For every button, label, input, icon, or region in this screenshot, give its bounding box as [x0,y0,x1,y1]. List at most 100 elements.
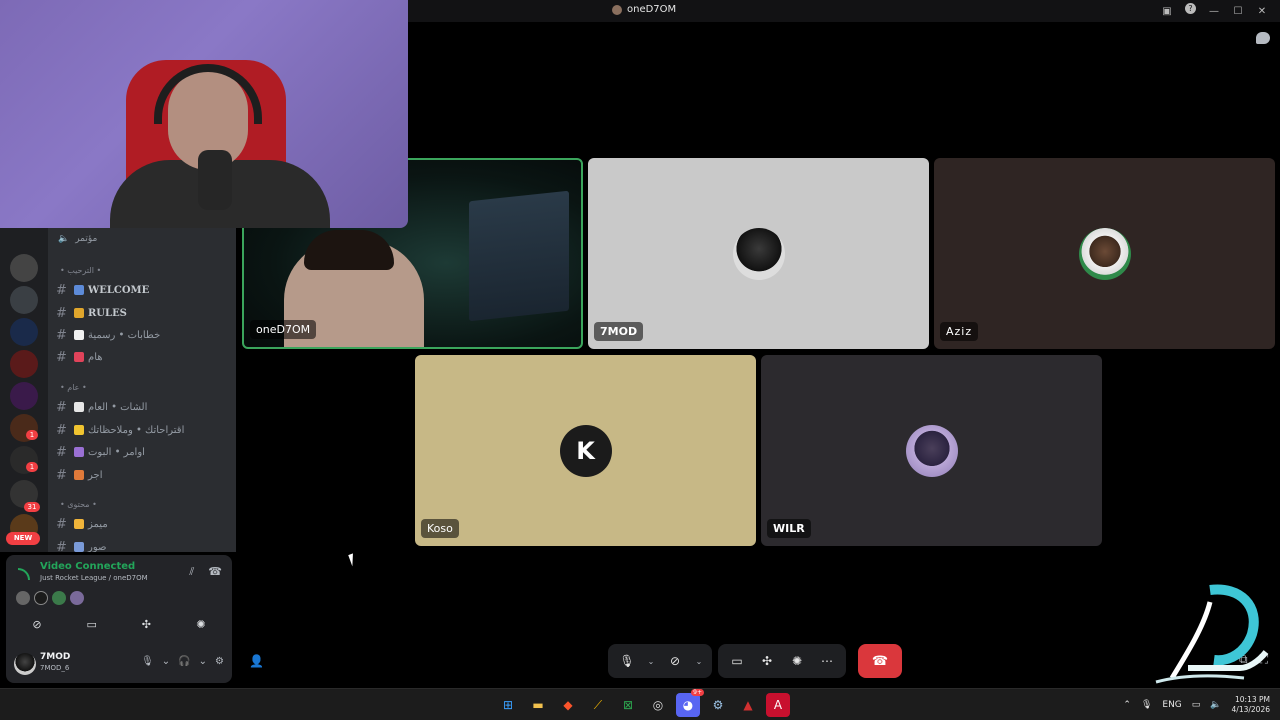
connection-actions: ⫽ ☎ [189,565,222,579]
category-header[interactable]: • محتوى • [60,500,97,509]
window-controls: ▣ ? — ☐ ✕ [1155,3,1274,19]
server-icon[interactable] [10,286,38,314]
channel-item[interactable]: # الشات • العام [56,398,147,416]
time: 10:13 PM [1235,695,1270,704]
mic-icon[interactable]: 🎙 [1141,700,1152,710]
soundboard-button[interactable]: ✺ [176,613,226,635]
voice-connection-panel: Video Connected Just Rocket League / one… [6,555,232,683]
channel-item[interactable]: # ميمز [56,515,108,533]
avatar[interactable] [16,591,30,605]
windows-start-icon[interactable]: ⊞ [496,693,520,717]
camera-off-button[interactable]: ⊘ [12,613,62,635]
connected-users [16,591,84,605]
channel-list: 🔈 مؤتمر • الترحيب • # WELCOME # RULES # خطا… [48,228,236,552]
noise-suppression-icon[interactable]: ⫽ [189,565,194,579]
server-icon[interactable] [10,350,38,378]
app-icon[interactable]: A [766,693,790,717]
channel-item[interactable]: # اجر [56,466,102,484]
chevron-down-icon[interactable]: ⌄ [692,657,706,666]
maximize-button[interactable]: ☐ [1226,3,1250,19]
participant-tile-wilr[interactable]: WILR [761,355,1102,546]
channel-item[interactable]: # هام [56,348,103,366]
avatar[interactable] [70,591,84,605]
user-name[interactable]: 7MOD [40,652,70,662]
channel-item[interactable]: # RULES [56,304,127,322]
chat-icon[interactable] [1256,32,1270,44]
soundboard-icon[interactable]: ✺ [784,648,810,674]
hash-icon: # [56,467,67,483]
screen-share-button[interactable]: ▭ [67,613,117,635]
app-icon[interactable]: ▲ [736,693,760,717]
steam-icon[interactable]: ⚙ [706,693,730,717]
app-icon[interactable]: ⟋ [586,693,610,717]
participant-tile-7mod[interactable]: 7MOD [588,158,929,349]
mic-icon[interactable]: 🎙 [141,656,154,667]
voice-channel[interactable]: 🔈 مؤتمر [58,234,97,244]
connection-status[interactable]: Video Connected [40,561,135,572]
server-icon[interactable] [10,318,38,346]
phone-hangup-icon[interactable]: ☎ [858,644,902,678]
channel-item[interactable]: # WELCOME [56,281,149,299]
server-icon[interactable] [10,254,38,282]
hash-icon: # [56,305,67,321]
channel-label: خطابات • رسمية [88,329,161,341]
add-user-icon[interactable]: 👤 [249,654,264,668]
channel-label: RULES [88,307,127,319]
channel-item[interactable]: # خطابات • رسمية [56,326,160,344]
server-icon[interactable] [10,382,38,410]
chevron-up-icon[interactable]: ⌃ [1123,700,1131,710]
hash-icon: # [56,444,67,460]
category-header[interactable]: • الترحيب • [60,266,101,275]
headphones-icon[interactable]: 🎧 [178,656,190,667]
file-explorer-icon[interactable]: ▬ [526,693,550,717]
gear-icon[interactable]: ⚙ [215,656,224,667]
language-indicator[interactable]: ENG [1162,700,1181,710]
clock[interactable]: 10:13 PM 4/13/2026 [1232,695,1270,715]
hash-icon: # [56,516,67,532]
chevron-down-icon[interactable]: ⌄ [644,657,658,666]
channel-item[interactable]: # صور [56,538,107,552]
user-panel: 7MOD 7MOD_6 🎙 ⌄ 🎧 ⌄ ⚙ [6,649,232,681]
close-button[interactable]: ✕ [1250,3,1274,19]
taskbar-apps: ⊞ ▬ ◆ ⟋ ⊠ ◎ ◕ 9+ ⚙ ▲ A [496,689,790,717]
app-icon[interactable]: ⊠ [616,693,640,717]
participant-name: WILR [767,519,811,538]
inbox-icon[interactable]: ▣ [1155,3,1179,19]
channel-item[interactable]: # اقتراحاتك • وملاحظاتك [56,421,184,439]
help-icon[interactable]: ? [1185,3,1196,14]
avatar[interactable] [52,591,66,605]
mic-icon[interactable]: 🎙 [614,648,640,674]
hash-icon: # [56,327,67,343]
emoji-icon [74,425,84,435]
chevron-down-icon[interactable]: ⌄ [199,656,207,667]
obs-icon[interactable]: ◎ [646,693,670,717]
minimize-button[interactable]: — [1202,3,1226,19]
more-icon[interactable]: ⋯ [814,648,840,674]
participant-tile-koso[interactable]: K Koso [415,355,756,546]
category-header[interactable]: • عام • [60,383,87,392]
call-controls: 🎙 ⌄ ⊘ ⌄ ▭ ✣ ✺ ⋯ ☎ [608,644,902,678]
participant-name: 7MOD [594,322,644,341]
discord-icon[interactable]: ◕ 9+ [676,689,704,717]
avatar[interactable] [14,653,36,675]
activities-button[interactable]: ✣ [121,613,171,635]
channel-item[interactable]: # اوامر • البوت [56,443,145,461]
video-background-monitor [469,190,569,322]
disconnect-icon[interactable]: ☎ [208,565,222,579]
avatar[interactable] [34,591,48,605]
activities-icon[interactable]: ✣ [754,648,780,674]
camera-off-icon[interactable]: ⊘ [662,648,688,674]
connection-location[interactable]: Just Rocket League / oneD7OM [40,574,148,582]
chevron-down-icon[interactable]: ⌄ [162,656,170,667]
new-badge[interactable]: NEW [6,532,40,545]
video-person-hair [304,230,394,270]
participant-name: Koso [421,519,459,538]
user-tag: 7MOD_6 [40,664,70,672]
network-icon[interactable]: ▭ [1192,700,1201,710]
screen-share-icon[interactable]: ▭ [724,648,750,674]
channel-label: الشات • العام [88,401,148,413]
emoji-icon [74,519,84,529]
participant-tile-aziz[interactable]: Aziz [934,158,1275,349]
brave-browser-icon[interactable]: ◆ [556,693,580,717]
volume-icon[interactable]: 🔈 [1210,700,1221,710]
